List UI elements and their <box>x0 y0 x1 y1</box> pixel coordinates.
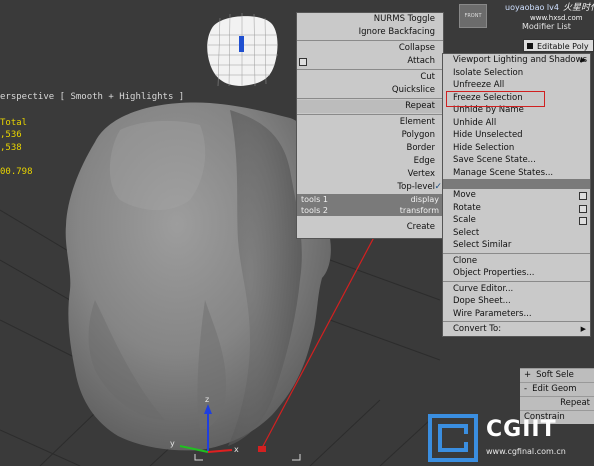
menu-item-border[interactable]: Border <box>297 142 443 155</box>
quad-header-tools1: tools 1 display <box>297 194 443 205</box>
submenu-arrow-icon: ▶ <box>580 325 586 333</box>
brand-site: www.hxsd.com <box>530 14 583 22</box>
menu-item-dope-sheet[interactable]: Dope Sheet... <box>443 295 590 308</box>
menu-item-create[interactable]: Create <box>297 221 443 234</box>
edit-geometry-rollout[interactable]: - Edit Geom <box>520 382 594 396</box>
menu-item-nurms-toggle[interactable]: NURMS Toggle <box>297 13 443 26</box>
highlight-box <box>446 91 545 107</box>
menu-item-top-level[interactable]: Top-level ✓ <box>297 181 443 194</box>
menu-item-ignore-backfacing[interactable]: Ignore Backfacing <box>297 26 443 39</box>
settings-box-icon[interactable] <box>579 204 587 213</box>
menu-item-unfreeze-all[interactable]: Unfreeze All <box>443 79 590 92</box>
menu-item-unhide-all[interactable]: Unhide All <box>443 117 590 130</box>
viewport-label[interactable]: erspective [ Smooth + Highlights ] <box>0 92 184 102</box>
quad-header-tools2: tools 2 transform <box>297 205 443 216</box>
quad-menu: NURMS Toggle Ignore Backfacing Collapse … <box>296 12 444 239</box>
menu-item-polygon[interactable]: Polygon <box>297 129 443 142</box>
menu-item-clone[interactable]: Clone <box>443 255 590 268</box>
editable-poly-item[interactable]: Editable Poly <box>523 39 594 52</box>
menu-item-convert-to[interactable]: Convert To: ▶ <box>443 323 590 336</box>
menu-item-element[interactable]: Element <box>297 116 443 129</box>
menu-item-curve-editor[interactable]: Curve Editor... <box>443 283 590 296</box>
axis-z-label: z <box>205 395 209 404</box>
mesh-thumbnail <box>207 13 278 87</box>
cg-logo-icon <box>428 414 478 462</box>
stats-total-label: Total <box>0 118 28 128</box>
menu-item-viewport-lighting[interactable]: Viewport Lighting and Shadows ▶ <box>443 54 590 67</box>
rollout-stack: + Soft Sele - Edit Geom Repeat Constrain <box>520 368 594 424</box>
menu-item-edge[interactable]: Edge <box>297 155 443 168</box>
submenu-arrow-icon: ▶ <box>580 56 586 64</box>
axis-y-label: y <box>170 439 175 448</box>
menu-item-manage-scene-states[interactable]: Manage Scene States... <box>443 167 590 180</box>
menu-item-cut[interactable]: Cut <box>297 71 443 84</box>
menu-item-object-properties[interactable]: Object Properties... <box>443 267 590 280</box>
menu-item-isolate-selection[interactable]: Isolate Selection <box>443 67 590 80</box>
menu-item-collapse[interactable]: Collapse <box>297 42 443 55</box>
menu-item-quickslice[interactable]: Quickslice <box>297 84 443 97</box>
menu-item-hide-unselected[interactable]: Hide Unselected <box>443 129 590 142</box>
menu-item-save-scene-state[interactable]: Save Scene State... <box>443 154 590 167</box>
brand-logo: uoyaobao lv4火星时代 <box>505 3 594 13</box>
menu-item-wire-parameters[interactable]: Wire Parameters... <box>443 308 590 321</box>
repeat-button[interactable]: Repeat <box>520 396 594 410</box>
settings-box-icon[interactable] <box>299 58 307 66</box>
cg-watermark-text: CGIIT <box>486 417 557 442</box>
menu-item-select[interactable]: Select <box>443 227 590 240</box>
menu-item-repeat[interactable]: Repeat <box>297 100 443 113</box>
stats-polys: ,536 <box>0 130 22 140</box>
viewcube[interactable]: FRONT <box>459 4 487 28</box>
stats-verts: ,538 <box>0 143 22 153</box>
menu-item-hide-selection[interactable]: Hide Selection <box>443 142 590 155</box>
menu-item-vertex[interactable]: Vertex <box>297 168 443 181</box>
modifier-list[interactable]: Modifier List <box>522 22 571 31</box>
checkmark-icon: ✓ <box>434 182 442 192</box>
menu-item-move[interactable]: Move <box>443 189 590 202</box>
settings-box-icon[interactable] <box>579 192 587 200</box>
stack-square-icon <box>527 43 533 49</box>
menu-item-attach[interactable]: Attach <box>297 55 443 68</box>
soft-selection-rollout[interactable]: + Soft Sele <box>520 368 594 382</box>
settings-box-icon[interactable] <box>579 217 587 225</box>
menu-item-rotate[interactable]: Rotate <box>443 202 590 215</box>
menu-item-scale[interactable]: Scale <box>443 214 590 227</box>
axis-x-label: x <box>234 445 239 454</box>
menu-item-select-similar[interactable]: Select Similar <box>443 239 590 252</box>
stats-fps: 00.798 <box>0 167 33 177</box>
cg-watermark-url: www.cgfinal.com.cn <box>486 447 566 456</box>
